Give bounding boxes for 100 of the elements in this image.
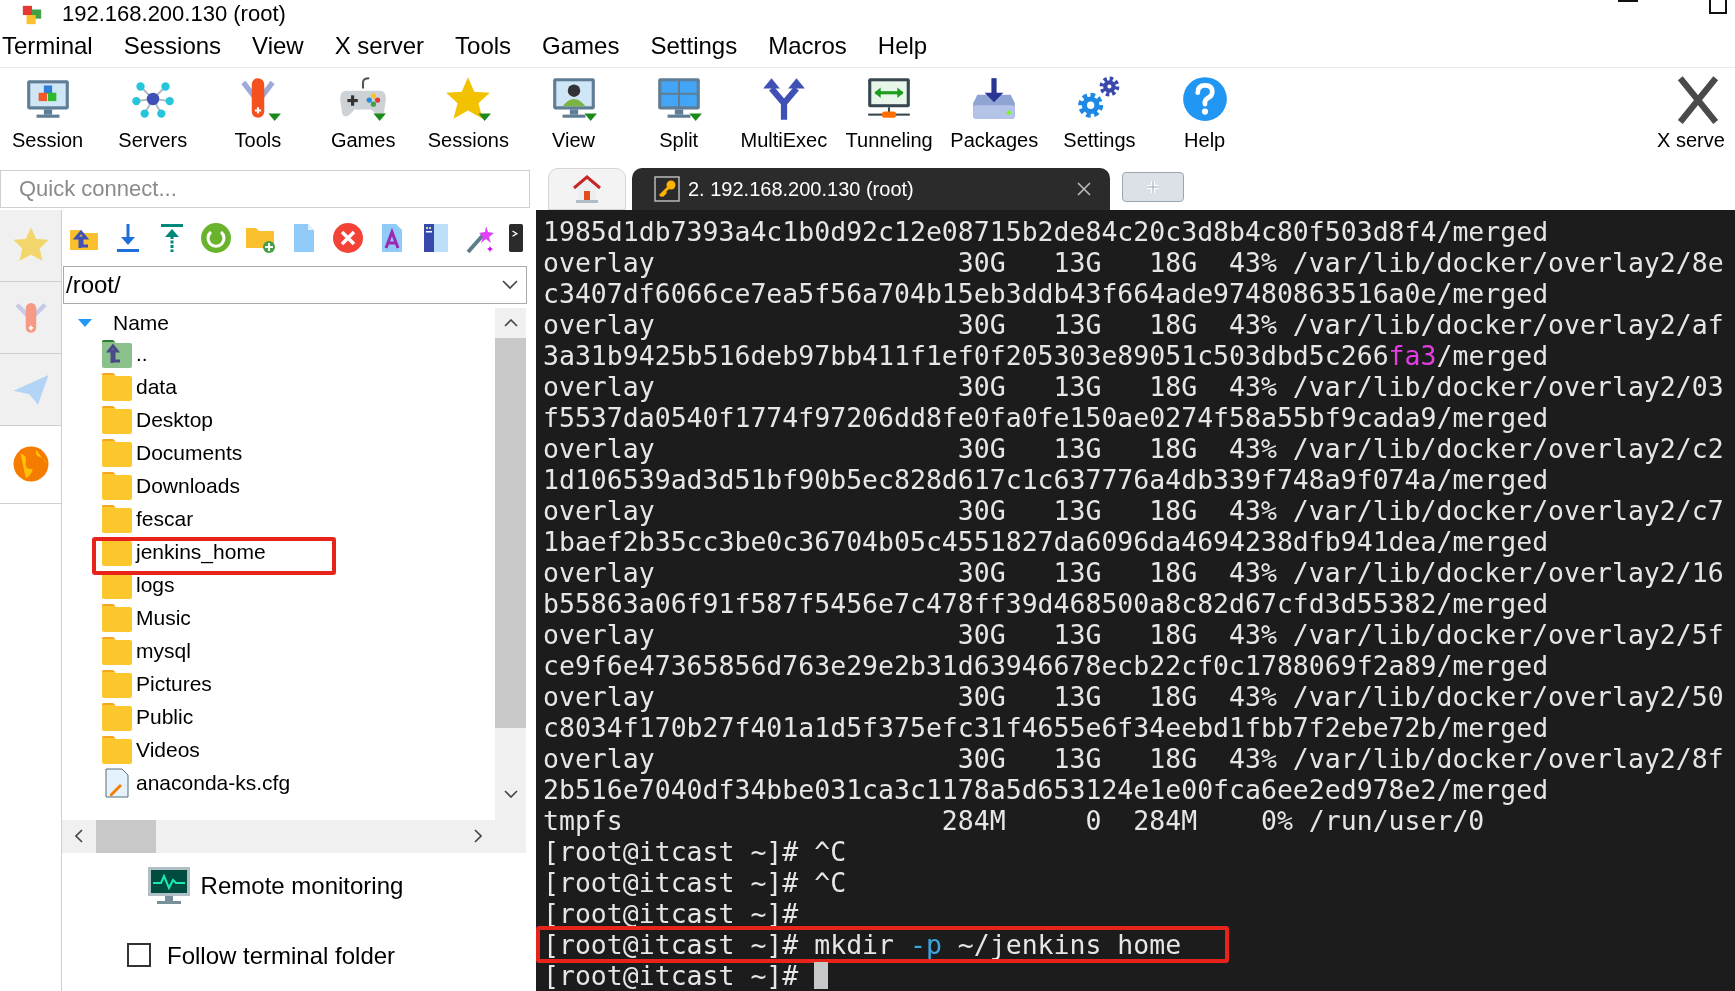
home-tab[interactable] <box>548 167 626 210</box>
terminal-line: ce9f6e47365856d763e29e2b31d63946678ecb22cf0c1788069f2a89/merged <box>543 649 1549 681</box>
toolbar-button[interactable]: Session <box>0 67 101 160</box>
terminal-line: 2b516e7040df34bbe031ca3c1178a5d653124e1e00fca6ee2ed978e2/merged <box>543 773 1549 805</box>
toolbar-button[interactable]: Packages <box>941 67 1047 160</box>
menu-item[interactable]: Help <box>877 31 928 62</box>
refresh-icon[interactable] <box>200 221 232 254</box>
vertical-scrollbar[interactable] <box>495 307 526 820</box>
parent-folder-icon <box>101 339 133 370</box>
terminal-line: overlay 30G 13G 18G 43% /var/lib/docker/overlay2/03 <box>543 370 1724 402</box>
window-title: 192.168.200.130 (root) <box>62 1 286 26</box>
house-icon <box>571 172 603 205</box>
column-header[interactable]: Name <box>113 306 170 339</box>
checkbox[interactable] <box>127 942 151 967</box>
chevron-left-icon <box>75 829 83 844</box>
terminal-panel[interactable] <box>536 209 1735 991</box>
folder-icon <box>101 669 133 700</box>
menu-item[interactable]: Tools <box>455 31 512 62</box>
terminal-line: overlay 30G 13G 18G 43% /var/lib/docker/overlay2/8e <box>543 246 1724 278</box>
toolbar-button[interactable]: MultiExec <box>731 67 837 160</box>
toolbar-button[interactable]: View <box>520 67 627 160</box>
terminal-line: overlay 30G 13G 18G 43% /var/lib/docker/overlay2/c2 <box>543 432 1724 464</box>
file-name[interactable]: Pictures <box>136 668 212 700</box>
terminal-line: [root@itcast ~]# <box>543 959 799 991</box>
new-tab-button[interactable] <box>1122 171 1184 202</box>
file-name[interactable]: .. <box>136 338 148 370</box>
terminal-line: overlay 30G 13G 18G 43% /var/lib/docker/overlay2/16 <box>543 556 1724 588</box>
toolbar-button[interactable]: Settings <box>1046 67 1153 160</box>
terminal-line: f5537da0540f1774f97206dd8fe0fa0fe150ae0274f58a55bf9cada9/merged <box>543 401 1549 433</box>
terminal-line: [root@itcast ~]# ^C <box>543 835 847 867</box>
delete-icon[interactable] <box>332 221 364 254</box>
sort-triangle-icon <box>78 318 92 327</box>
toolbar-button[interactable]: Servers <box>100 67 206 160</box>
folder-icon <box>101 471 133 502</box>
toolbar-button[interactable]: Split <box>626 67 732 160</box>
file-name[interactable]: fescar <box>136 503 194 535</box>
remote-monitoring-button[interactable]: Remote monitoring <box>146 865 404 906</box>
terminal-line: 1d106539ad3d51bf90b5ec828d617c1c637776a4db339f748a9f074a/merged <box>543 463 1549 495</box>
toolbar-button[interactable]: Tunneling <box>836 67 942 160</box>
menu-item[interactable]: Settings <box>650 31 738 62</box>
folder-icon <box>101 405 133 436</box>
terminal-line: overlay 30G 13G 18G 43% /var/lib/docker/overlay2/5f <box>543 618 1724 650</box>
terminal-line: overlay 30G 13G 18G 43% /var/lib/docker/overlay2/50 <box>543 680 1724 712</box>
file-name[interactable]: Videos <box>136 734 200 766</box>
pulse-monitor-icon <box>146 865 191 906</box>
toolbar-button[interactable]: X serve <box>1657 67 1735 160</box>
menu-item[interactable]: Terminal <box>2 31 93 62</box>
menu-item[interactable]: Games <box>542 31 620 62</box>
chevron-down-icon <box>503 789 518 798</box>
checkbox-label[interactable]: Follow terminal folder <box>167 942 396 969</box>
minimize-icon <box>1618 0 1638 2</box>
path-field[interactable]: /root/ <box>63 265 527 304</box>
file-name[interactable]: jenkins_home <box>136 536 266 568</box>
folder-icon <box>101 603 133 634</box>
file-name[interactable]: Music <box>136 602 191 634</box>
menu-item[interactable]: Sessions <box>123 31 222 62</box>
terminal-line: [root@itcast ~]# <box>543 897 799 929</box>
terminal-line: 3a31b9425b516deb97bb411f1ef0f205303e89051c503dbd5c266fa3/merged <box>543 339 1549 371</box>
terminal-line: c3407df6066ce7ea5f56a704b15eb3ddb43f664ade97480863516a0e/merged <box>543 277 1549 309</box>
terminal-line: overlay 30G 13G 18G 43% /var/lib/docker/overlay2/8f <box>543 742 1724 774</box>
file-name[interactable]: Downloads <box>136 470 240 502</box>
file-name[interactable]: data <box>136 371 177 403</box>
file-name[interactable]: anaconda-ks.cfg <box>136 767 291 799</box>
menu-item[interactable]: View <box>252 31 304 62</box>
folder-icon <box>101 504 133 535</box>
app-logo-icon <box>20 3 44 26</box>
folder-icon <box>101 636 133 667</box>
menu-item[interactable]: X server <box>334 31 425 62</box>
folder-icon <box>101 438 133 469</box>
chevron-right-icon <box>474 829 482 844</box>
chevron-down-icon <box>502 279 518 290</box>
close-icon <box>1076 180 1092 197</box>
folder-icon <box>101 702 133 733</box>
key-icon <box>654 175 680 202</box>
terminal-icon[interactable] <box>508 223 524 252</box>
file-name[interactable]: Public <box>136 701 194 733</box>
toolbar-button[interactable]: Sessions <box>415 67 521 160</box>
folder-icon <box>101 735 133 766</box>
file-name[interactable]: Documents <box>136 437 243 469</box>
toolbar-button[interactable]: Tools <box>205 67 311 160</box>
horizontal-scrollbar[interactable] <box>62 819 526 853</box>
plus-icon <box>1145 178 1161 195</box>
file-name[interactable]: logs <box>136 569 175 601</box>
side-tab[interactable] <box>0 281 61 354</box>
toolbar-button[interactable]: Games <box>310 67 416 160</box>
chevron-up-icon <box>503 318 518 327</box>
maximize-icon <box>1709 0 1727 14</box>
scrollbar-thumb[interactable] <box>96 819 156 853</box>
menu-item[interactable]: Macros <box>768 31 847 62</box>
terminal-line: c8034f170b27f401a1d5f375efc31f4655e6f34eebd1fbb7f2ebe72b/merged <box>543 711 1549 743</box>
session-tab[interactable]: 2. 192.168.200.130 (root) <box>632 167 1110 210</box>
terminal-line: 1985d1db7393a4c1b0d92c12e08715b2de84c20c3d8b4c80f503d8f4/merged <box>543 215 1549 247</box>
file-name[interactable]: mysql <box>136 635 191 667</box>
file-name[interactable]: Desktop <box>136 404 214 436</box>
scrollbar-thumb[interactable] <box>495 337 526 728</box>
terminal-line: overlay 30G 13G 18G 43% /var/lib/docker/overlay2/af <box>543 308 1724 340</box>
terminal-line: [root@itcast ~]# mkdir -p ~/jenkins_home <box>543 928 1182 960</box>
terminal-line: overlay 30G 13G 18G 43% /var/lib/docker/overlay2/c7 <box>543 494 1724 526</box>
quick-connect-field[interactable]: Quick connect... <box>0 169 530 208</box>
toolbar-button[interactable]: Help <box>1152 67 1258 160</box>
